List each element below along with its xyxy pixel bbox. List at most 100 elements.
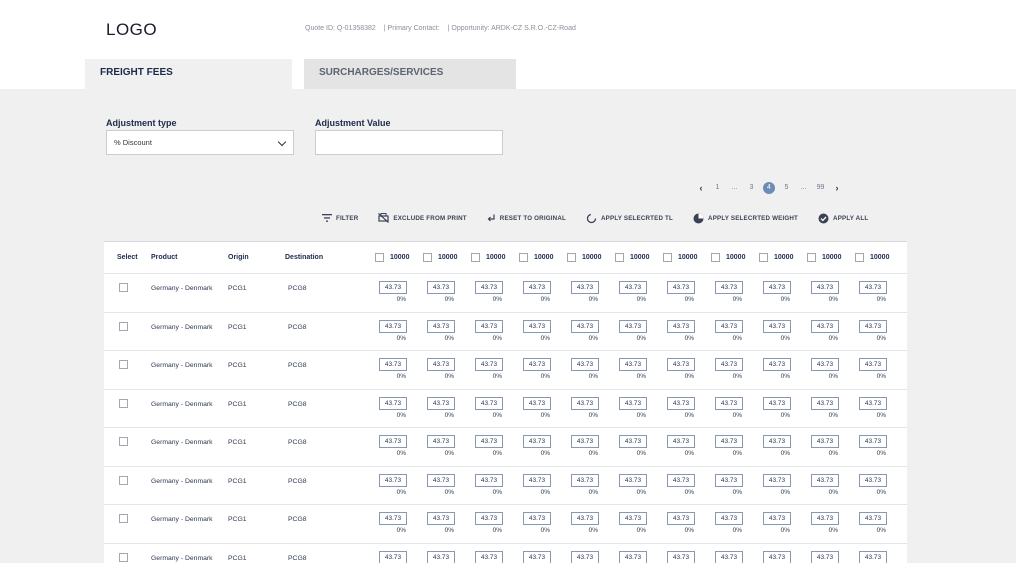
rate-input[interactable]: 43.73 — [571, 358, 599, 371]
rate-input[interactable]: 43.73 — [427, 319, 455, 333]
rate-input[interactable]: 43.73 — [427, 358, 455, 371]
rate-input[interactable]: 43.73 — [475, 435, 503, 448]
rate-input[interactable]: 43.73 — [571, 512, 599, 525]
tab-surcharges-services[interactable]: SURCHARGES/SERVICES — [304, 59, 516, 89]
page-link[interactable]: 5 — [778, 181, 795, 195]
rate-input[interactable]: 43.73 — [379, 473, 407, 487]
rate-input[interactable]: 43.73 — [859, 396, 887, 410]
adjustment-type-select[interactable]: % Discount — [106, 130, 294, 155]
rate-input[interactable]: 43.73 — [859, 550, 887, 563]
row-select-checkbox[interactable] — [119, 475, 128, 485]
rate-input[interactable]: 43.73 — [667, 473, 695, 487]
rate-input[interactable]: 43.73 — [523, 473, 551, 487]
rate-input[interactable]: 43.73 — [667, 396, 695, 410]
rate-input[interactable]: 43.73 — [379, 358, 407, 371]
rate-input[interactable]: 43.73 — [475, 550, 503, 563]
page-link[interactable]: 99 — [812, 181, 829, 195]
column-select-checkbox[interactable] — [711, 253, 720, 262]
tab-freight-fees[interactable]: FREIGHT FEES — [85, 59, 292, 89]
column-select-checkbox[interactable] — [855, 253, 864, 262]
rate-input[interactable]: 43.73 — [571, 550, 599, 563]
rate-input[interactable]: 43.73 — [571, 396, 599, 410]
apply-selected-tl-button[interactable]: APPLY SELECRTED TL — [586, 213, 673, 224]
rate-input[interactable]: 43.73 — [667, 319, 695, 333]
rate-input[interactable]: 43.73 — [811, 281, 839, 294]
rate-input[interactable]: 43.73 — [859, 473, 887, 487]
column-select-checkbox[interactable] — [663, 253, 672, 262]
page-link-current[interactable]: 4 — [763, 182, 775, 194]
row-select-checkbox[interactable] — [119, 552, 128, 562]
row-select-checkbox[interactable] — [119, 437, 128, 446]
rate-input[interactable]: 43.73 — [379, 281, 407, 294]
rate-input[interactable]: 43.73 — [667, 358, 695, 371]
rate-input[interactable]: 43.73 — [619, 281, 647, 294]
column-select-checkbox[interactable] — [375, 253, 384, 262]
rate-input[interactable]: 43.73 — [475, 512, 503, 525]
rate-input[interactable]: 43.73 — [715, 281, 743, 294]
rate-input[interactable]: 43.73 — [667, 512, 695, 525]
rate-input[interactable]: 43.73 — [763, 473, 791, 487]
row-select-checkbox[interactable] — [119, 514, 128, 523]
rate-input[interactable]: 43.73 — [859, 512, 887, 525]
rate-input[interactable]: 43.73 — [379, 512, 407, 525]
rate-input[interactable]: 43.73 — [475, 396, 503, 410]
rate-input[interactable]: 43.73 — [523, 512, 551, 525]
rate-input[interactable]: 43.73 — [859, 435, 887, 448]
rate-input[interactable]: 43.73 — [379, 396, 407, 410]
rate-input[interactable]: 43.73 — [715, 396, 743, 410]
column-select-checkbox[interactable] — [567, 253, 576, 262]
rate-input[interactable]: 43.73 — [715, 358, 743, 371]
rate-input[interactable]: 43.73 — [715, 435, 743, 448]
rate-input[interactable]: 43.73 — [811, 435, 839, 448]
column-select-checkbox[interactable] — [423, 253, 432, 262]
rate-input[interactable]: 43.73 — [523, 550, 551, 563]
reset-to-original-button[interactable]: RESET TO ORIGINAL — [487, 214, 566, 223]
rate-input[interactable]: 43.73 — [763, 358, 791, 371]
column-select-checkbox[interactable] — [471, 253, 480, 262]
rate-input[interactable]: 43.73 — [763, 319, 791, 333]
adjustment-value-input[interactable] — [315, 130, 503, 155]
rate-input[interactable]: 43.73 — [619, 473, 647, 487]
row-select-checkbox[interactable] — [119, 283, 128, 292]
rate-input[interactable]: 43.73 — [859, 358, 887, 371]
rate-input[interactable]: 43.73 — [523, 396, 551, 410]
rate-input[interactable]: 43.73 — [619, 319, 647, 333]
rate-input[interactable]: 43.73 — [763, 550, 791, 563]
rate-input[interactable]: 43.73 — [475, 358, 503, 371]
column-select-checkbox[interactable] — [759, 253, 768, 262]
rate-input[interactable]: 43.73 — [571, 473, 599, 487]
rate-input[interactable]: 43.73 — [571, 281, 599, 294]
rate-input[interactable]: 43.73 — [811, 550, 839, 563]
rate-input[interactable]: 43.73 — [475, 473, 503, 487]
rate-input[interactable]: 43.73 — [763, 396, 791, 410]
rate-input[interactable]: 43.73 — [811, 512, 839, 525]
rate-input[interactable]: 43.73 — [763, 512, 791, 525]
rate-input[interactable]: 43.73 — [427, 512, 455, 525]
rate-input[interactable]: 43.73 — [715, 550, 743, 563]
rate-input[interactable]: 43.73 — [571, 319, 599, 333]
row-select-checkbox[interactable] — [119, 360, 128, 369]
column-select-checkbox[interactable] — [807, 253, 816, 262]
page-link[interactable]: 1 — [709, 181, 726, 195]
rate-input[interactable]: 43.73 — [763, 281, 791, 294]
page-link[interactable]: 3 — [743, 181, 760, 195]
rate-input[interactable]: 43.73 — [523, 358, 551, 371]
rate-input[interactable]: 43.73 — [379, 550, 407, 563]
rate-input[interactable]: 43.73 — [811, 396, 839, 410]
apply-selected-weight-button[interactable]: APPLY SELECRTED WEIGHT — [693, 213, 798, 224]
rate-input[interactable]: 43.73 — [523, 281, 551, 294]
apply-all-button[interactable]: APPLY ALL — [818, 213, 868, 224]
rate-input[interactable]: 43.73 — [427, 396, 455, 410]
rate-input[interactable]: 43.73 — [811, 319, 839, 333]
rate-input[interactable]: 43.73 — [859, 319, 887, 333]
rate-input[interactable]: 43.73 — [619, 358, 647, 371]
rate-input[interactable]: 43.73 — [715, 319, 743, 333]
rate-input[interactable]: 43.73 — [427, 550, 455, 563]
rate-input[interactable]: 43.73 — [715, 473, 743, 487]
rate-input[interactable]: 43.73 — [523, 435, 551, 448]
next-page-icon[interactable]: › — [829, 183, 845, 193]
exclude-from-print-button[interactable]: EXCLUDE FROM PRINT — [378, 213, 467, 223]
row-select-checkbox[interactable] — [119, 321, 128, 331]
column-select-checkbox[interactable] — [519, 253, 528, 262]
prev-page-icon[interactable]: ‹ — [693, 183, 709, 193]
